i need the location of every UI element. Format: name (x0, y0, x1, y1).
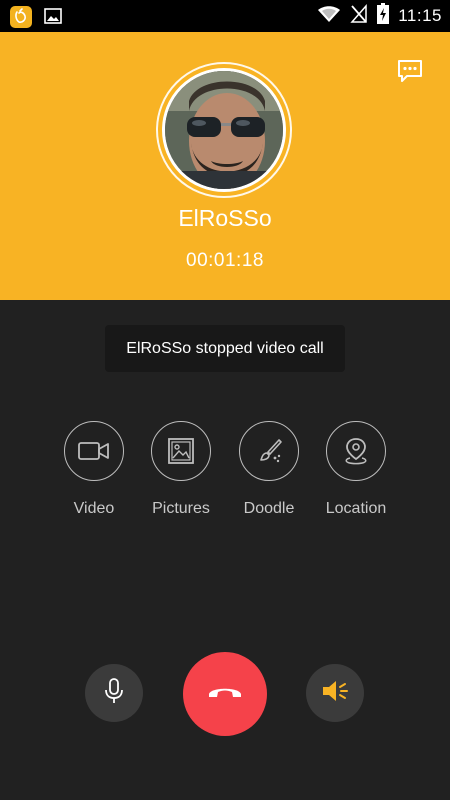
video-button[interactable]: Video (50, 421, 138, 518)
speaker-icon (321, 679, 349, 708)
battery-charging-icon (377, 3, 390, 29)
phone-hangup-icon (207, 683, 243, 706)
no-signal-icon (350, 3, 368, 29)
avatar (162, 68, 286, 192)
mute-button[interactable] (85, 664, 143, 722)
end-call-button[interactable] (183, 652, 267, 736)
app-badge-icon (10, 6, 32, 28)
call-actions: Video Pictures Doodle Location (0, 421, 450, 531)
toast-text: ElRoSSo stopped video call (126, 339, 324, 357)
pictures-label: Pictures (152, 500, 210, 517)
picture-icon (151, 421, 211, 481)
wifi-icon (317, 5, 341, 28)
call-timer: 00:01:18 (186, 250, 264, 271)
status-bar: 11:15 (0, 0, 450, 32)
caller-name: ElRoSSo (178, 205, 272, 231)
doodle-label: Doodle (243, 500, 295, 517)
pictures-button[interactable]: Pictures (137, 421, 225, 518)
paintbrush-icon (239, 421, 299, 481)
chat-bubble-icon[interactable] (396, 58, 424, 84)
location-pin-icon (326, 421, 386, 481)
location-label: Location (325, 500, 387, 517)
video-label: Video (73, 500, 115, 517)
speaker-button[interactable] (306, 664, 364, 722)
microphone-icon (104, 677, 124, 709)
video-camera-icon (64, 421, 124, 481)
toast-message: ElRoSSo stopped video call (105, 325, 345, 372)
doodle-button[interactable]: Doodle (225, 421, 313, 518)
status-time: 11:15 (398, 6, 442, 25)
location-button[interactable]: Location (312, 421, 400, 518)
image-icon (44, 8, 62, 29)
